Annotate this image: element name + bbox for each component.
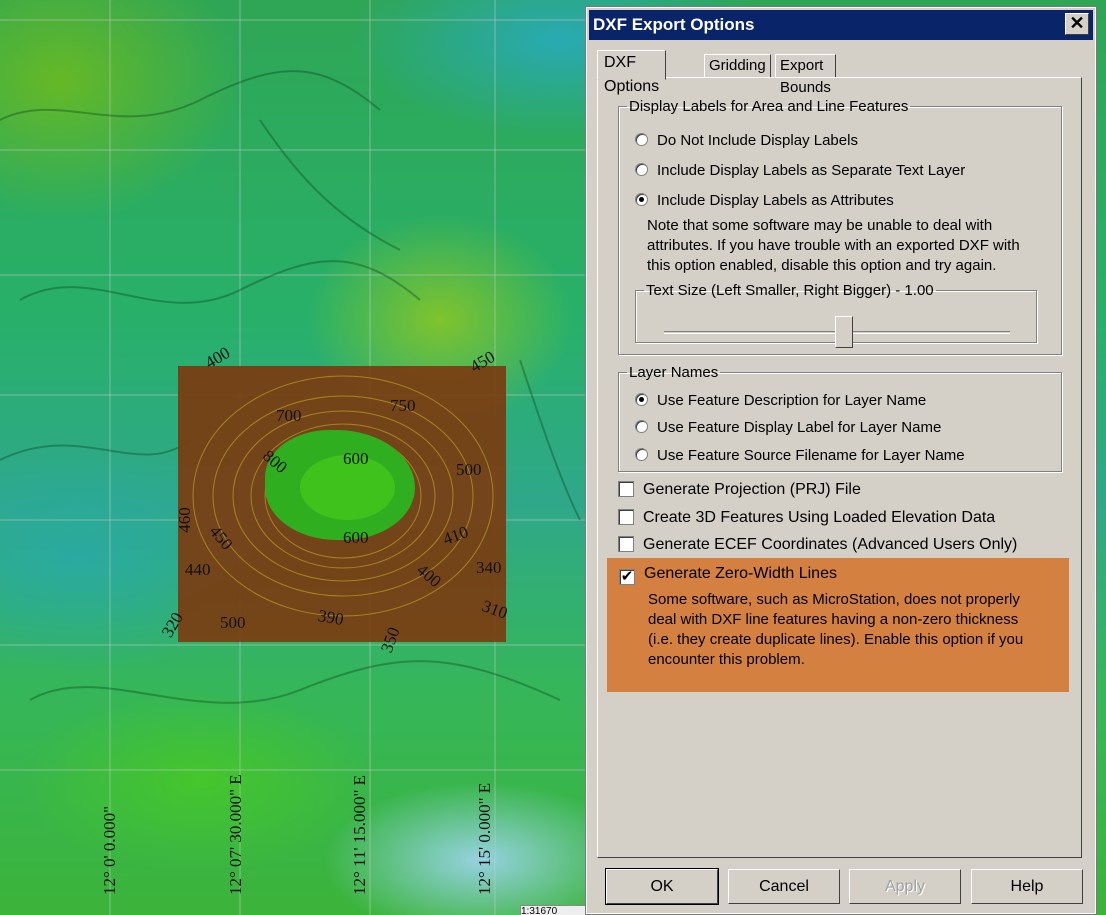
radio-button-selected[interactable] — [635, 393, 648, 406]
contour-label: 600 — [343, 528, 369, 547]
close-icon[interactable]: ✕ — [1065, 13, 1089, 35]
tab-dxf-options[interactable]: DXF Options — [597, 50, 667, 95]
radio-label: Use Feature Display Label for Layer Name — [657, 419, 942, 436]
apply-button[interactable]: Apply — [849, 869, 961, 904]
ok-button[interactable]: OK — [605, 868, 719, 905]
radio-separate-text-layer[interactable]: Include Display Labels as Separate Text … — [635, 161, 965, 181]
check-generate-ecef[interactable]: Generate ECEF Coordinates (Advanced User… — [618, 534, 1017, 556]
text-size-slider-thumb[interactable] — [835, 316, 853, 348]
tab-export-bounds[interactable]: Export Bounds — [775, 54, 836, 96]
radio-button[interactable] — [635, 133, 648, 146]
note-line: (i.e. they create duplicate lines). Enab… — [648, 631, 1024, 648]
checkbox[interactable] — [618, 536, 634, 552]
radio-feature-description[interactable]: Use Feature Description for Layer Name — [635, 391, 926, 411]
radio-labels-as-attributes[interactable]: Include Display Labels as Attributes — [635, 191, 894, 211]
radio-label: Do Not Include Display Labels — [657, 132, 858, 149]
checkbox-label: Create 3D Features Using Loaded Elevatio… — [643, 509, 996, 526]
contour-label: 700 — [276, 406, 302, 425]
radio-label: Use Feature Source Filename for Layer Na… — [657, 447, 965, 464]
radio-button[interactable] — [635, 420, 648, 433]
note-line: attributes. If you have trouble with an … — [647, 237, 1020, 254]
radio-button-selected[interactable] — [635, 193, 648, 206]
note-line: encounter this problem. — [648, 651, 805, 668]
radio-feature-display-label[interactable]: Use Feature Display Label for Layer Name — [635, 418, 941, 438]
radio-feature-source-filename[interactable]: Use Feature Source Filename for Layer Na… — [635, 446, 965, 466]
attributes-note: Note that some software may be unable to… — [647, 216, 1020, 276]
check-create-3d-features[interactable]: Create 3D Features Using Loaded Elevatio… — [618, 507, 995, 529]
check-zero-width-lines[interactable]: ✔ Generate Zero-Width Lines — [619, 563, 837, 585]
tab-gridding[interactable]: Gridding — [704, 54, 771, 78]
radio-label: Use Feature Description for Layer Name — [657, 392, 927, 409]
checkmark-icon[interactable]: ✔ — [619, 569, 635, 585]
layer-names-group: Layer Names Use Feature Description for … — [618, 364, 1062, 472]
scale-status: 1:31670 — [520, 905, 590, 915]
check-generate-prj[interactable]: Generate Projection (PRJ) File — [618, 479, 861, 501]
dialog-title: DXF Export Options — [593, 15, 755, 34]
dxf-export-dialog: DXF Export Options ✕ DXF Options Griddin… — [585, 6, 1097, 915]
radio-button[interactable] — [635, 448, 648, 461]
note-line: Note that some software may be unable to… — [647, 217, 993, 234]
checkbox[interactable] — [618, 481, 634, 497]
dialog-titlebar[interactable]: DXF Export Options ✕ — [589, 10, 1093, 40]
contour-label: 440 — [185, 560, 211, 579]
longitude-label: 12° 11' 15.000" E — [350, 774, 369, 895]
longitude-label: 12° 07' 30.000" E — [226, 774, 245, 895]
longitude-label: 12° 0' 0.000" — [100, 805, 119, 895]
display-labels-legend: Display Labels for Area and Line Feature… — [629, 98, 909, 115]
contour-label: 460 — [174, 507, 194, 533]
contour-label: 340 — [476, 558, 502, 577]
radio-label: Include Display Labels as Separate Text … — [657, 162, 966, 179]
radio-label: Include Display Labels as Attributes — [657, 192, 894, 209]
note-line: deal with DXF line features having a non… — [648, 611, 1019, 628]
radio-no-display-labels[interactable]: Do Not Include Display Labels — [635, 131, 858, 151]
zero-width-note: Some software, such as MicroStation, doe… — [648, 590, 1023, 670]
checkbox-label: Generate Zero-Width Lines — [644, 565, 837, 582]
radio-button[interactable] — [635, 163, 648, 176]
layer-names-legend: Layer Names — [629, 364, 719, 381]
contour-label: 500 — [220, 613, 246, 632]
text-size-group: Text Size (Left Smaller, Right Bigger) -… — [635, 282, 1037, 348]
contour-label: 390 — [316, 605, 346, 630]
note-line: this option enabled, disable this option… — [647, 257, 997, 274]
help-button[interactable]: Help — [971, 869, 1083, 904]
dxf-options-panel: Display Labels for Area and Line Feature… — [597, 77, 1082, 858]
checkbox-label: Generate Projection (PRJ) File — [643, 481, 861, 498]
checkbox[interactable] — [618, 509, 634, 525]
contour-label: 750 — [390, 396, 416, 415]
checkbox-label: Generate ECEF Coordinates (Advanced User… — [643, 536, 1018, 553]
longitude-label: 12° 15' 0.000" E — [475, 782, 494, 895]
zero-width-highlight: ✔ Generate Zero-Width Lines Some software… — [607, 558, 1069, 692]
contour-label: 500 — [456, 460, 482, 479]
contour-label: 600 — [343, 449, 369, 468]
note-line: Some software, such as MicroStation, doe… — [648, 591, 1020, 608]
display-labels-group: Display Labels for Area and Line Feature… — [618, 98, 1062, 355]
cancel-button[interactable]: Cancel — [728, 869, 840, 904]
text-size-legend: Text Size (Left Smaller, Right Bigger) -… — [646, 282, 934, 299]
